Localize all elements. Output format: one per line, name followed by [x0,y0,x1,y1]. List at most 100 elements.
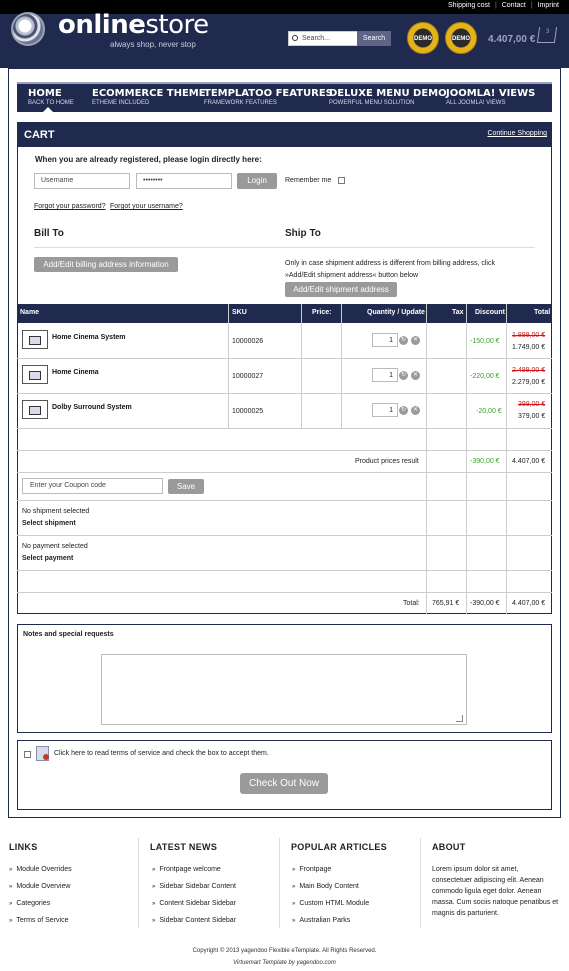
grid-line [17,428,552,429]
news-link-label: Sidebar Sidebar Content [159,883,237,890]
col-sku: SKU [232,309,247,316]
continue-shopping-link[interactable]: Continue Shopping [487,130,547,137]
popular-link[interactable]: » Main Body Content [292,883,359,890]
select-shipment-link[interactable]: Select shipment [22,520,76,527]
row-old-total: 2.499,00 € [512,367,546,374]
logo-text[interactable]: onlinestore [58,10,209,40]
footer-link-label: Categories [16,900,51,907]
popular-link[interactable]: » Frontpage [292,866,331,873]
update-icon[interactable]: ↻ [399,406,408,415]
grid-line [17,570,552,571]
search-button[interactable]: Search [357,31,391,46]
prices-result-label: Product prices result [355,458,419,465]
footer-link[interactable]: » Module Overrides [9,866,72,873]
update-icon[interactable]: ↻ [399,336,408,345]
col-discount: Discount [475,309,505,316]
news-link[interactable]: » Frontpage welcome [152,866,221,873]
product-name[interactable]: Home Cinema System [52,334,126,341]
col-qty: Quantity / Update [367,309,425,316]
grid-line [506,304,507,614]
product-sku: 10000027 [232,373,264,380]
product-sku: 10000025 [232,408,264,415]
links-heading: LINKS [9,842,38,852]
row-discount: -150,00 € [470,338,500,345]
quantity-input[interactable]: 1 [372,333,398,347]
update-icon[interactable]: ↻ [399,371,408,380]
terms-checkbox[interactable] [24,751,31,758]
product-name[interactable]: Home Cinema [52,369,99,376]
grid-line [426,304,427,614]
nav-item-templatoo[interactable]: TEMPLATOO FEATURES FRAMEWORK FEATURES [204,88,333,106]
nav-sub: FRAMEWORK FEATURES [204,100,277,106]
imprint-link[interactable]: Imprint [538,2,559,9]
popular-link[interactable]: » Australian Parks [292,917,350,924]
nav-title: DELUXE MENU DEMO [329,88,447,99]
delete-icon[interactable]: ✕ [411,371,420,380]
product-thumbnail-icon[interactable] [22,400,48,419]
footer-link[interactable]: » Terms of Service [9,917,68,924]
nav-item-deluxe-menu[interactable]: DELUXE MENU DEMO POWERFUL MENU SOLUTION [329,88,447,106]
grid-line [17,358,552,359]
nav-item-joomla-views[interactable]: JOOMLA! VIEWS ALL JOOMLA! VIEWS [446,88,535,106]
shipping-cost-link[interactable]: Shipping cost [448,2,490,9]
footer-divider [138,838,139,928]
coupon-save-button[interactable]: Save [168,479,204,494]
resize-handle-icon[interactable] [456,715,463,722]
delete-icon[interactable]: ✕ [411,336,420,345]
grid-line [17,500,552,501]
select-payment-link[interactable]: Select payment [22,555,73,562]
logo-light: store [145,10,209,40]
popular-link[interactable]: » Custom HTML Module [292,900,369,907]
footer-link[interactable]: » Categories [9,900,50,907]
news-link[interactable]: » Sidebar Sidebar Content [152,883,236,890]
nav-sub: BACK TO HOME [28,100,74,106]
edit-shipment-button[interactable]: Add/Edit shipment address [285,282,397,297]
quantity-input[interactable]: 1 [372,368,398,382]
cart-total[interactable]: 4.407,00 € [488,34,535,45]
product-name[interactable]: Dolby Surround System [52,404,132,411]
product-thumbnail-icon[interactable] [22,330,48,349]
grid-line [466,304,467,614]
ship-note: Only in case shipment address is differe… [285,260,495,279]
footer-link-label: Terms of Service [16,917,69,924]
news-link[interactable]: » Sidebar Content Sidebar [152,917,236,924]
tagline: always shop, never stop [110,40,196,49]
logo-icon[interactable] [11,12,45,46]
nav-title: ECOMMERCE THEME [92,88,206,99]
credit[interactable]: Virtuemart Template by yagendoo.com [0,960,569,966]
terms-document-icon[interactable] [36,746,49,761]
edit-billing-button[interactable]: Add/Edit billing address information [34,257,178,272]
quantity-input[interactable]: 1 [372,403,398,417]
delete-icon[interactable]: ✕ [411,406,420,415]
footer-divider [279,838,280,928]
divider [34,247,535,248]
login-button[interactable]: Login [237,173,277,189]
total-tax: 765,91 € [432,600,460,607]
product-thumbnail-icon[interactable] [22,365,48,384]
table-header [17,304,552,323]
col-total: Total [534,309,551,316]
checkout-button[interactable]: Check Out Now [240,773,328,794]
forgot-username-link[interactable]: Forgot your username? [110,203,183,210]
notes-textarea[interactable] [101,654,467,725]
footer-divider [420,838,421,928]
password-input[interactable]: •••••••• [136,173,232,189]
popular-link-label: Australian Parks [299,917,351,924]
grid-line [228,304,229,428]
nav-item-home[interactable]: HOME BACK TO HOME [28,88,74,106]
coupon-input[interactable]: Enter your Coupon code [22,478,163,494]
nav-title: JOOMLA! VIEWS [446,88,536,99]
username-input[interactable]: Username [34,173,130,189]
terms-text[interactable]: Click here to read terms of service and … [54,750,269,757]
remember-checkbox[interactable] [338,177,345,184]
row-total: 1.749,00 € [512,344,546,351]
contact-link[interactable]: Contact [502,2,526,9]
nav-item-ecommerce[interactable]: ECOMMERCE THEME ETHEME INCLUDED [92,88,206,106]
forgot-password-link[interactable]: Forgot your password? [34,203,106,210]
login-title: When you are already registered, please … [35,155,262,164]
search-input[interactable]: Search... [288,31,358,46]
footer-link-label: Module Overview [16,883,71,890]
popular-link-label: Main Body Content [299,883,359,890]
news-link[interactable]: » Content Sidebar Sidebar [152,900,236,907]
footer-link[interactable]: » Module Overview [9,883,70,890]
